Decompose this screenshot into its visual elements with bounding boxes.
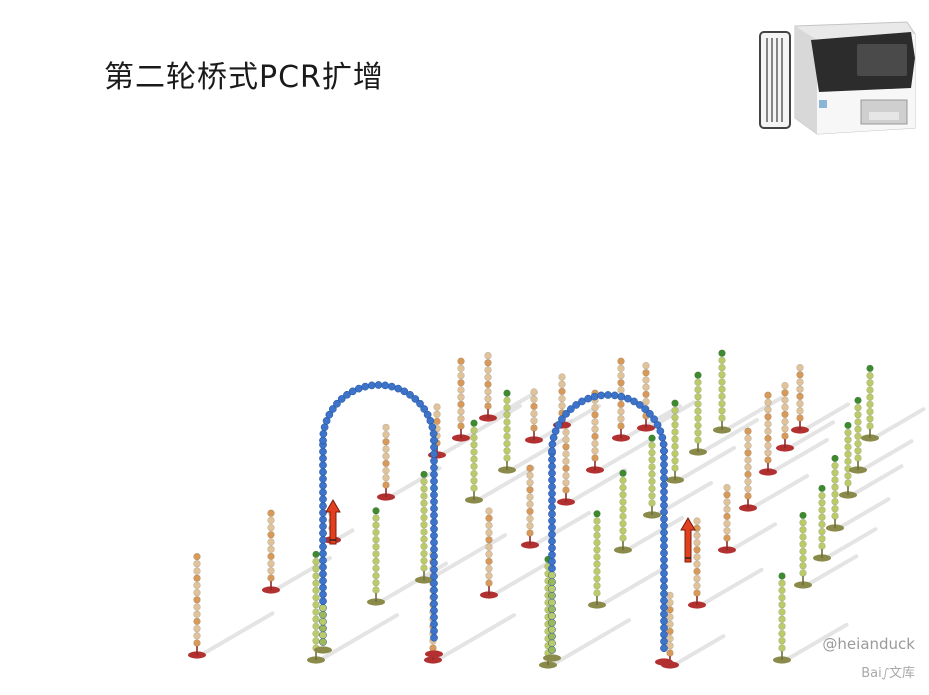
bridge-pcr-diagram <box>188 349 926 669</box>
primer-strand-icon <box>794 511 812 589</box>
primer-strand-icon <box>614 469 632 554</box>
primer-strand-icon <box>367 507 385 606</box>
primer-strand-icon <box>377 423 395 501</box>
primer-strand-icon <box>465 419 483 504</box>
primer-strand-icon <box>689 371 707 456</box>
primer-strand-icon <box>861 364 879 442</box>
primer-strand-icon <box>479 351 497 422</box>
primer-strand-icon <box>498 389 516 474</box>
primer-strand-icon <box>791 363 809 434</box>
primer-strand-icon <box>452 357 470 442</box>
primer-strand-icon <box>813 484 831 562</box>
extension-arrow-icon <box>680 517 696 563</box>
primer-strand-icon <box>773 572 791 664</box>
primer-strand-icon <box>480 507 498 599</box>
primer-strand-icon <box>428 403 446 459</box>
primer-strand-icon <box>776 381 794 452</box>
primer-strand-icon <box>588 510 606 609</box>
primer-strand-icon <box>262 509 280 594</box>
baidu-wenku-logo: Baiഽ文库 <box>861 662 915 681</box>
primer-strand-icon <box>557 421 575 506</box>
primer-strand-icon <box>643 434 661 519</box>
primer-strand-icon <box>739 427 757 512</box>
primer-strand-icon <box>718 483 736 554</box>
primer-strand-icon <box>188 552 206 659</box>
primer-strand-icon <box>759 391 777 476</box>
primer-strand-icon <box>713 349 731 434</box>
primer-strand-icon <box>521 464 539 549</box>
brand-left: Bai <box>861 666 882 681</box>
watermark-handle: @heianduck <box>822 635 915 653</box>
brand-right: 文库 <box>888 666 915 681</box>
primer-strand-icon <box>839 421 857 499</box>
baidu-paw-icon: ഽ <box>881 667 889 680</box>
